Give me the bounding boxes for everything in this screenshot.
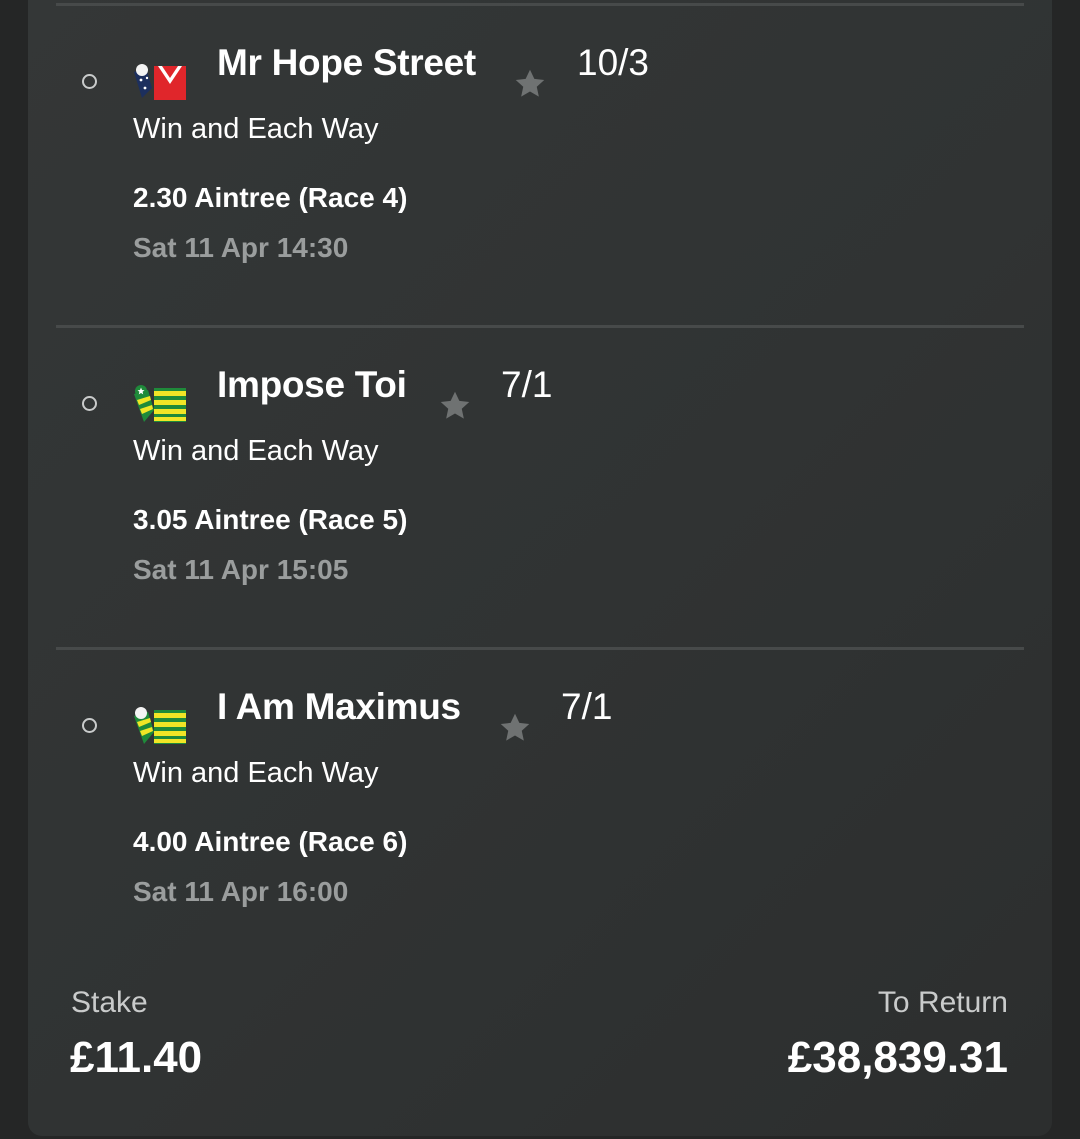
selection-item: Impose Toi 7/1 Win and Each Way 3.05 Ain…	[28, 322, 1052, 644]
favourite-star-icon[interactable]	[512, 66, 548, 102]
odds: 7/1	[561, 686, 613, 727]
market-type: Win and Each Way	[133, 113, 379, 145]
odds: 10/3	[577, 42, 650, 83]
radio-indicator-icon[interactable]	[82, 74, 97, 89]
radio-indicator-icon[interactable]	[82, 718, 97, 733]
red-white-silks-icon	[134, 64, 186, 100]
favourite-star-icon[interactable]	[437, 388, 473, 424]
runner-name: Mr Hope Street	[217, 42, 476, 83]
race-event: 2.30 Aintree (Race 4)	[133, 182, 408, 213]
race-time: Sat 11 Apr 14:30	[133, 232, 349, 263]
race-time: Sat 11 Apr 16:00	[133, 876, 349, 907]
market-type: Win and Each Way	[133, 435, 379, 467]
runner-name: I Am Maximus	[217, 686, 461, 727]
runner-name: Impose Toi	[217, 364, 407, 405]
green-yellow-silks-icon	[134, 385, 186, 422]
race-time: Sat 11 Apr 15:05	[133, 554, 349, 585]
green-yellow-silks-icon	[134, 707, 186, 744]
stake-label: Stake	[71, 986, 148, 1019]
odds: 7/1	[501, 364, 553, 405]
race-event: 4.00 Aintree (Race 6)	[133, 826, 408, 857]
race-event: 3.05 Aintree (Race 5)	[133, 504, 408, 535]
radio-indicator-icon[interactable]	[82, 396, 97, 411]
bet-receipt-card: Mr Hope Street 10/3 Win and Each Way 2.3…	[28, 0, 1052, 1136]
stake-value: £11.40	[70, 1033, 203, 1082]
to-return-label: To Return	[877, 986, 1008, 1019]
selection-item: I Am Maximus 7/1 Win and Each Way 4.00 A…	[28, 644, 1052, 966]
to-return-value: £38,839.31	[787, 1033, 1008, 1082]
selection-item: Mr Hope Street 10/3 Win and Each Way 2.3…	[28, 0, 1052, 322]
market-type: Win and Each Way	[133, 757, 379, 789]
favourite-star-icon[interactable]	[497, 710, 533, 746]
